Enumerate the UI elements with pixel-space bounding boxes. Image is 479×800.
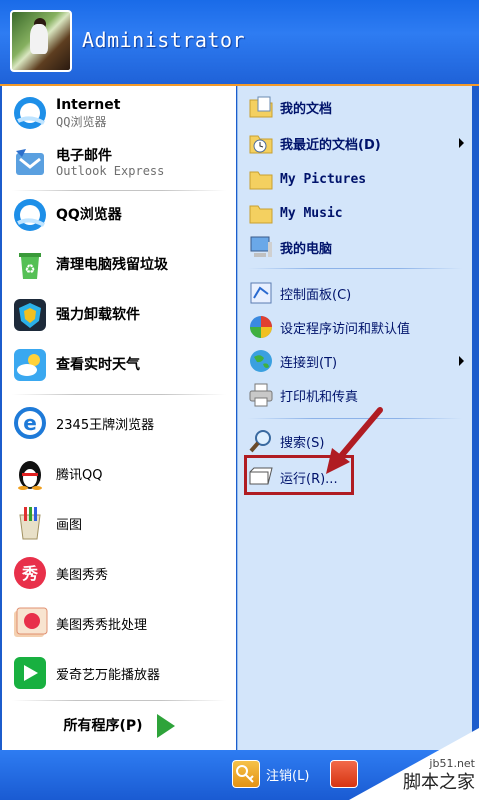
key-icon <box>232 760 260 788</box>
watermark: jb51.net 脚本之家 <box>349 728 479 800</box>
watermark-name: 脚本之家 <box>403 772 475 793</box>
red-arrow-annotation <box>326 407 383 474</box>
logoff-label: 注销(L) <box>266 768 310 784</box>
start-menu: Administrator Internet QQ浏览器 电子邮件 Outloo… <box>0 0 479 800</box>
logoff-button[interactable]: 注销(L) <box>232 760 309 788</box>
